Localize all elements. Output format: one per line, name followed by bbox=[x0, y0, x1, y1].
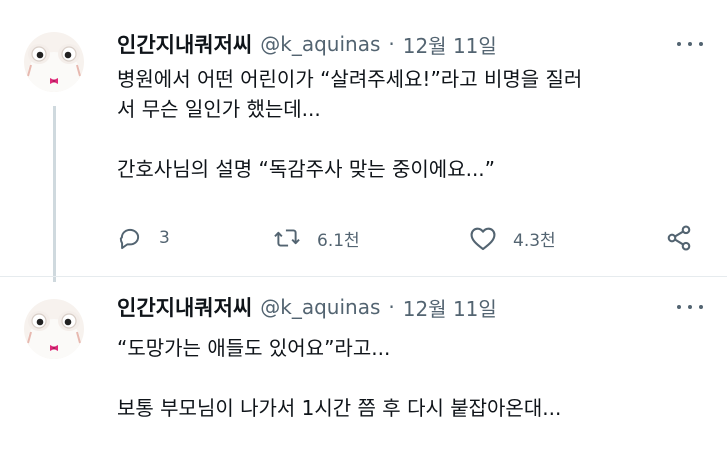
tweet-text: 병원에서 어떤 어린이가 “살려주세요!”라고 비명을 질러 서 무슨 일인가 … bbox=[117, 64, 707, 184]
separator-dot: · bbox=[388, 32, 395, 56]
tweet-text: “도망가는 애들도 있어요”라고... 보통 부모님이 나가서 1시간 쯤 후 … bbox=[117, 333, 707, 423]
tweet-line: 보통 부모님이 나가서 1시간 쯤 후 다시 붙잡아온대... bbox=[117, 396, 562, 420]
thread-line bbox=[53, 106, 56, 282]
tweet-header: 인간지내쿼저씨 @k_aquinas · 12월 11일 bbox=[117, 28, 497, 60]
tweet-header: 인간지내쿼저씨 @k_aquinas · 12월 11일 bbox=[117, 291, 497, 323]
tweet-line: 병원에서 어떤 어린이가 “살려주세요!”라고 비명을 질러 bbox=[117, 67, 583, 91]
share-icon bbox=[667, 225, 691, 251]
author-handle[interactable]: @k_aquinas bbox=[260, 295, 380, 319]
avatar[interactable] bbox=[24, 32, 84, 92]
author-name[interactable]: 인간지내쿼저씨 bbox=[117, 29, 252, 59]
more-icon[interactable] bbox=[677, 294, 703, 320]
retweet-button[interactable]: 6.1천 bbox=[273, 220, 360, 256]
like-count: 4.3천 bbox=[513, 230, 556, 251]
like-button[interactable]: 4.3천 bbox=[469, 220, 556, 256]
reply-icon bbox=[119, 228, 140, 250]
timeline: 인간지내쿼저씨 @k_aquinas · 12월 11일 병원에서 어떤 어린이… bbox=[0, 0, 727, 450]
author-name[interactable]: 인간지내쿼저씨 bbox=[117, 292, 252, 322]
tweet-date[interactable]: 12월 11일 bbox=[403, 293, 497, 322]
frog-avatar-icon bbox=[24, 32, 84, 92]
frog-avatar-icon bbox=[24, 299, 84, 359]
heart-icon bbox=[470, 227, 496, 251]
author-handle[interactable]: @k_aquinas bbox=[260, 32, 380, 56]
retweet-count: 6.1천 bbox=[317, 230, 360, 251]
tweet-1[interactable]: 인간지내쿼저씨 @k_aquinas · 12월 11일 병원에서 어떤 어린이… bbox=[0, 0, 727, 282]
reply-count: 3 bbox=[159, 228, 170, 248]
share-button[interactable] bbox=[665, 220, 693, 256]
avatar[interactable] bbox=[24, 299, 84, 359]
tweet-date[interactable]: 12월 11일 bbox=[403, 30, 497, 59]
tweet-line: 서 무슨 일인가 했는데... bbox=[117, 97, 321, 121]
more-icon[interactable] bbox=[677, 31, 703, 57]
tweet-2[interactable]: 인간지내쿼저씨 @k_aquinas · 12월 11일 “도망가는 애들도 있… bbox=[0, 277, 727, 450]
tweet-line: “도망가는 애들도 있어요”라고... bbox=[117, 336, 391, 360]
reply-button[interactable]: 3 bbox=[117, 220, 170, 256]
tweet-line: 간호사님의 설명 “독감주사 맞는 중이에요...” bbox=[117, 157, 496, 181]
retweet-icon bbox=[274, 229, 300, 247]
action-bar: 3 6.1천 4.3천 bbox=[117, 220, 707, 256]
separator-dot: · bbox=[388, 295, 395, 319]
